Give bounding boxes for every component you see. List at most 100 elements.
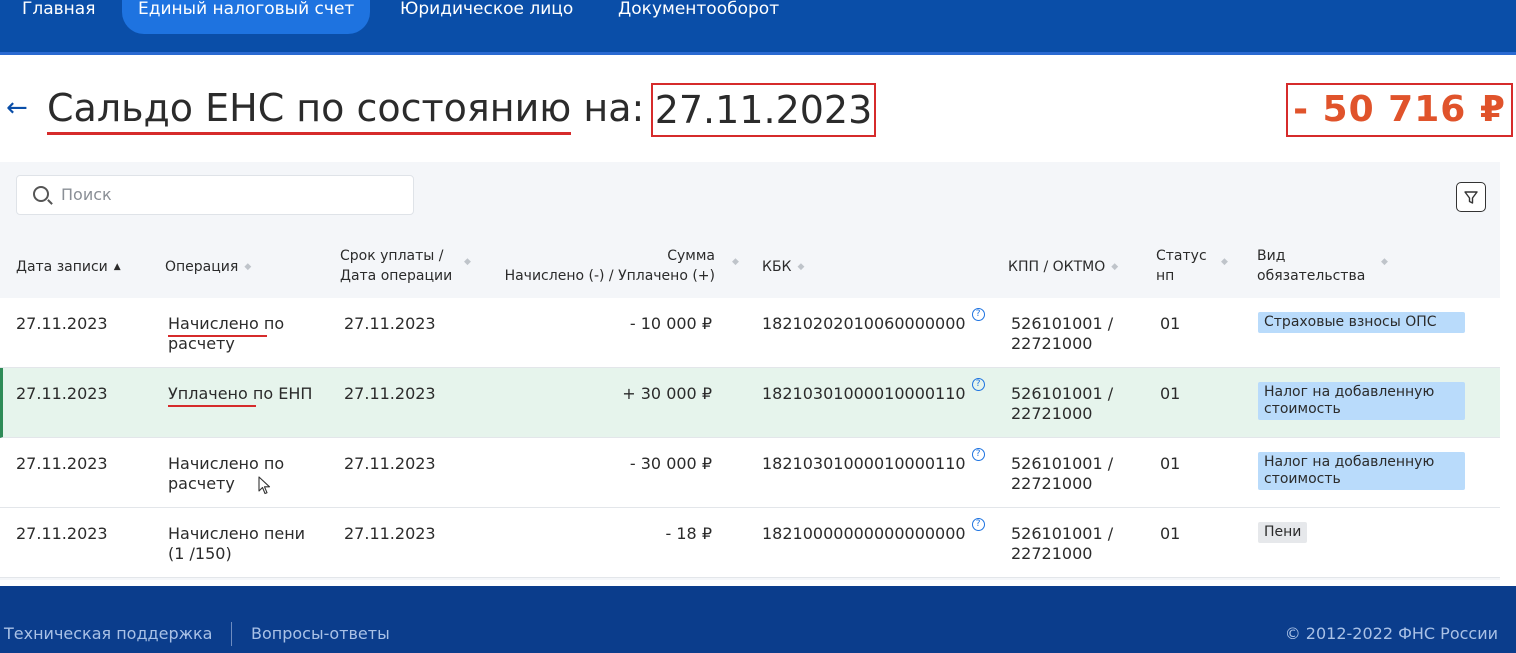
search-input[interactable]: Поиск [16, 175, 414, 215]
footer-divider [231, 622, 232, 646]
cell-sum: + 30 000 ₽ [622, 384, 712, 403]
cell-kpp: 526101001 / [1011, 454, 1114, 473]
tab-ens[interactable]: Единый налоговый счет [122, 0, 371, 34]
cell-due-date: 27.11.2023 [344, 314, 436, 333]
cell-operation-line1: Начислено пени [168, 524, 306, 543]
col-header-status-line2: нп [1156, 268, 1175, 284]
cell-status: 01 [1160, 454, 1181, 473]
help-icon[interactable]: ? [971, 308, 985, 321]
mouse-cursor-icon [258, 476, 271, 495]
tab-documents[interactable]: Документооборот [618, 0, 779, 34]
red-underline [168, 335, 267, 337]
cell-kpp: 526101001 / [1011, 384, 1114, 403]
cell-kbk-value: 18210301000010000110 [762, 454, 966, 473]
col-header-date-label: Дата записи [16, 259, 108, 275]
footer-copyright: © 2012-2022 ФНС России [1284, 624, 1498, 643]
help-icon[interactable]: ? [971, 448, 985, 461]
sort-icon: ◆ [797, 262, 805, 272]
red-underline [168, 405, 256, 407]
sort-icon[interactable]: ◆ [1381, 258, 1388, 267]
col-header-due-line2: Дата операции [340, 268, 453, 284]
cell-kbk: 18210202010060000000? [762, 308, 985, 334]
search-placeholder: Поиск [61, 185, 112, 204]
col-header-status-line1: Статус [1156, 248, 1207, 264]
obligation-type-tag: Налог на добавленную стоимость [1258, 452, 1465, 490]
tab-main[interactable]: Главная [22, 0, 95, 34]
cell-kbk-value: 18210000000000000000 [762, 524, 966, 543]
cell-status: 01 [1160, 384, 1181, 403]
col-header-type[interactable]: Вид обязательства [1257, 246, 1365, 286]
table-row[interactable]: 27.11.2023 Начислено по расчету 27.11.20… [0, 438, 1500, 508]
cell-kbk: 18210301000010000110? [762, 448, 985, 474]
cell-date: 27.11.2023 [16, 454, 108, 473]
cell-kbk-value: 18210202010060000000 [762, 314, 966, 333]
cell-operation-line1: Начислено по [168, 454, 285, 473]
col-header-kpp[interactable]: КПП / ОКТМО ◆ [1008, 257, 1118, 277]
search-icon [33, 186, 49, 202]
cell-sum: - 30 000 ₽ [629, 454, 712, 473]
col-header-type-line1: Вид [1257, 248, 1286, 264]
cell-sum: - 18 ₽ [665, 524, 712, 543]
obligation-type-tag: Пени [1258, 522, 1308, 543]
cell-kbk: 18210301000010000110? [762, 378, 985, 404]
sort-icon[interactable]: ◆ [732, 258, 739, 267]
col-header-sum-line2: Начислено (-) / Уплачено (+) [504, 268, 715, 284]
sort-asc-icon: ▲ [113, 262, 121, 272]
cell-kbk-value: 18210301000010000110 [762, 384, 966, 403]
cell-kpp: 526101001 / [1011, 524, 1114, 543]
cell-date: 27.11.2023 [16, 384, 108, 403]
cell-oktmo: 22721000 [1011, 544, 1093, 563]
col-header-sum[interactable]: Сумма Начислено (-) / Уплачено (+) [480, 246, 715, 286]
cell-operation-line1: Уплачено по ЕНП [168, 384, 313, 403]
sort-icon[interactable]: ◆ [1221, 258, 1228, 267]
table-row[interactable]: 27.11.2023 Начислено по расчету 27.11.20… [0, 298, 1500, 368]
cell-kpp-oktmo: 526101001 / 22721000 [1011, 314, 1113, 354]
table-row[interactable]: 27.11.2023 Начислено пени (1 /150) 27.11… [0, 508, 1500, 578]
cell-kpp: 526101001 / [1011, 314, 1114, 333]
tab-legal-entity[interactable]: Юридическое лицо [400, 0, 573, 34]
cell-operation: Начислено по расчету [168, 314, 284, 354]
cell-status: 01 [1160, 314, 1181, 333]
cell-kpp-oktmo: 526101001 / 22721000 [1011, 524, 1113, 564]
page-title-suffix: на: [571, 86, 645, 130]
col-header-type-line2: обязательства [1257, 268, 1366, 284]
page-title-main: Сальдо ЕНС по состоянию [47, 86, 572, 130]
help-icon[interactable]: ? [971, 378, 985, 391]
obligation-type-tag: Страховые взносы ОПС [1258, 312, 1465, 333]
back-arrow-icon[interactable]: ← [6, 94, 28, 122]
cell-operation-line2: расчету [168, 334, 235, 353]
page-title: Сальдо ЕНС по состоянию на: [47, 84, 644, 132]
col-header-kbk-label: КБК [762, 259, 792, 275]
operations-panel: Поиск Дата записи ▲ Операция ◆ Срок уплаты… [0, 162, 1500, 580]
col-header-kpp-label: КПП / ОКТМО [1008, 259, 1106, 275]
cell-oktmo: 22721000 [1011, 334, 1093, 353]
footer: Техническая поддержка Вопросы-ответы © 2… [0, 586, 1516, 653]
sort-icon: ◆ [1111, 262, 1119, 272]
col-header-operation[interactable]: Операция ◆ [165, 257, 251, 277]
filter-button[interactable] [1456, 182, 1486, 212]
balance-amount: - 50 716 ₽ [1286, 83, 1513, 137]
help-icon[interactable]: ? [971, 518, 985, 531]
col-header-status[interactable]: Статус нп [1156, 246, 1207, 286]
col-header-due[interactable]: Срок уплаты / Дата операции [340, 246, 452, 286]
cell-date: 27.11.2023 [16, 314, 108, 333]
col-header-date[interactable]: Дата записи ▲ [16, 257, 121, 277]
cell-operation: Начислено пени (1 /150) [168, 524, 305, 564]
footer-link-faq[interactable]: Вопросы-ответы [251, 624, 390, 643]
filter-icon [1464, 191, 1478, 204]
col-header-due-line1: Срок уплаты / [340, 248, 444, 264]
cell-operation-line2: (1 /150) [168, 544, 232, 563]
cell-kpp-oktmo: 526101001 / 22721000 [1011, 454, 1113, 494]
col-header-kbk[interactable]: КБК ◆ [762, 257, 804, 277]
cell-due-date: 27.11.2023 [344, 524, 436, 543]
cell-kpp-oktmo: 526101001 / 22721000 [1011, 384, 1113, 424]
cell-kbk: 18210000000000000000? [762, 518, 985, 544]
table-row[interactable]: 27.11.2023 Уплачено по ЕНП 27.11.2023 + … [0, 368, 1500, 438]
cell-sum: - 10 000 ₽ [629, 314, 712, 333]
sort-icon[interactable]: ◆ [464, 258, 471, 267]
balance-date: 27.11.2023 [651, 83, 876, 137]
sort-icon: ◆ [244, 262, 252, 272]
footer-link-support[interactable]: Техническая поддержка [4, 624, 212, 643]
cell-oktmo: 22721000 [1011, 404, 1093, 423]
cell-due-date: 27.11.2023 [344, 454, 436, 473]
